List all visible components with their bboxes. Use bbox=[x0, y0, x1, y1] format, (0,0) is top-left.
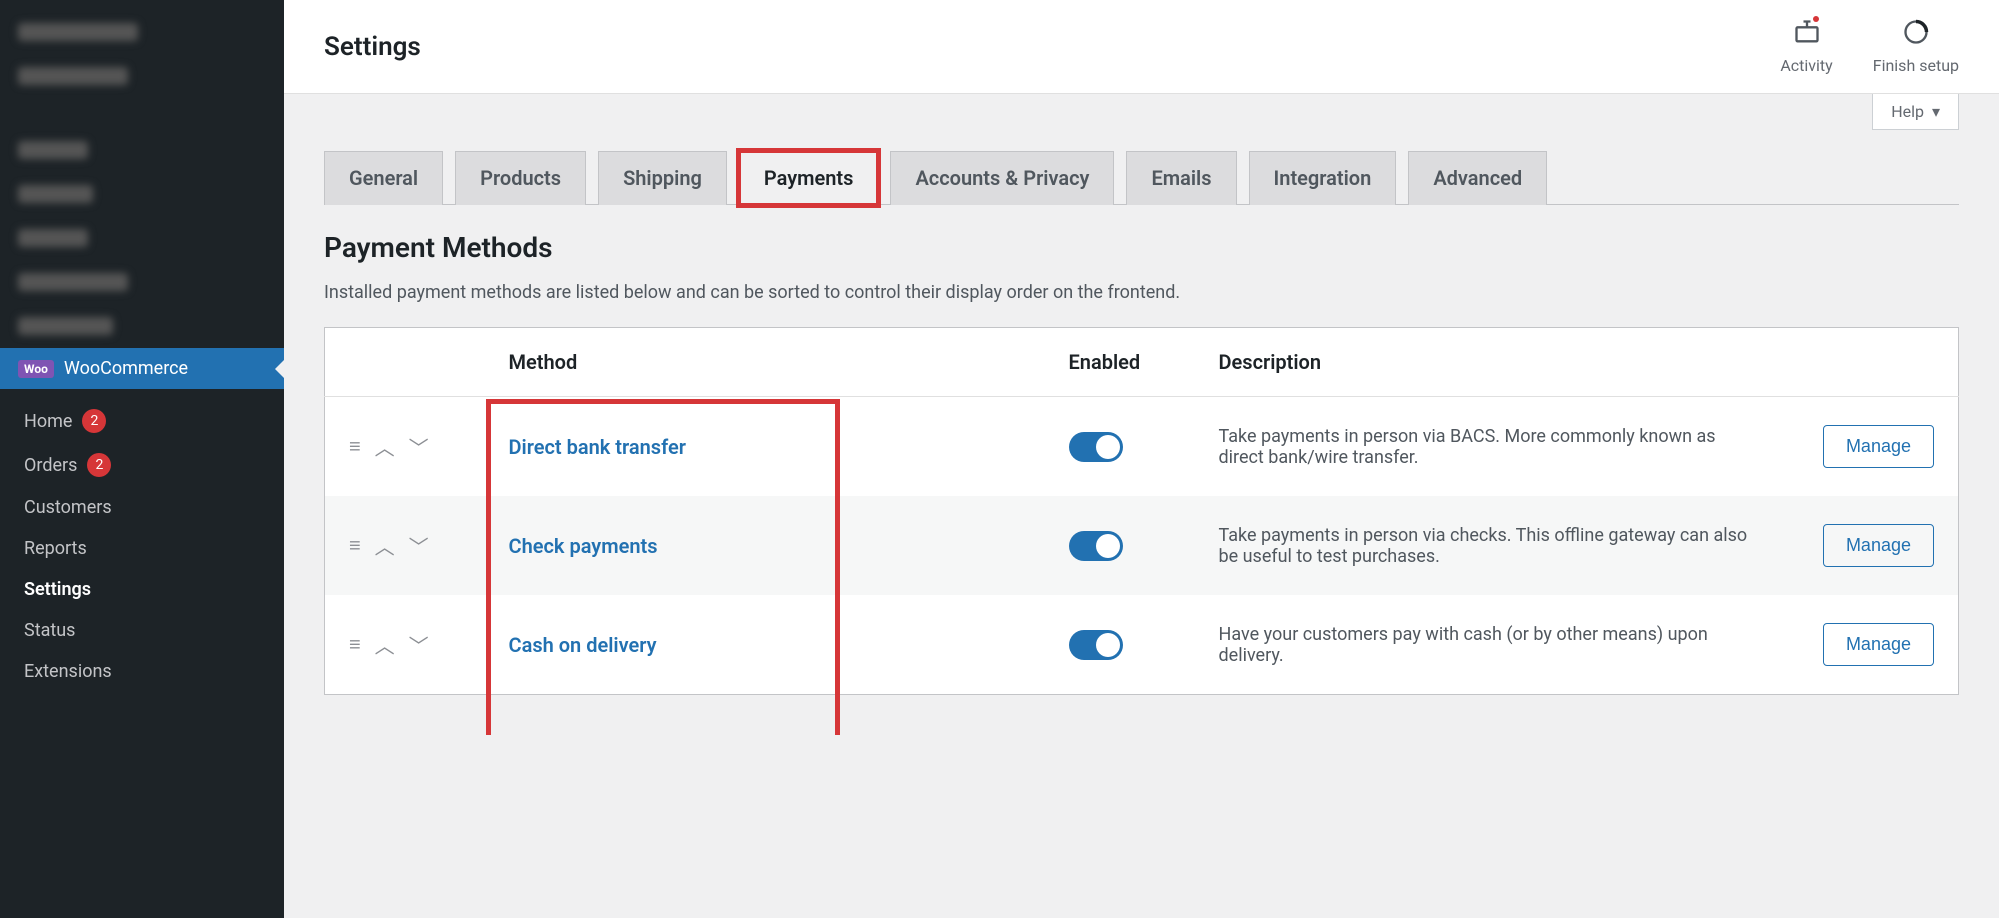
sidebar-item-home[interactable]: Home 2 bbox=[24, 399, 284, 443]
move-down-icon[interactable]: ﹀ bbox=[409, 531, 429, 560]
help-tab-button[interactable]: Help ▾ bbox=[1872, 94, 1959, 130]
method-description: Take payments in person via BACS. More c… bbox=[1195, 397, 1779, 497]
sidebar-item-label: Settings bbox=[24, 579, 91, 600]
payment-methods-table: Method Enabled Description ≡ ︿ bbox=[324, 327, 1959, 695]
inbox-icon bbox=[1793, 18, 1821, 50]
count-badge: 2 bbox=[87, 453, 111, 477]
tab-label: General bbox=[349, 166, 418, 190]
method-description: Have your customers pay with cash (or by… bbox=[1195, 595, 1779, 695]
move-up-icon[interactable]: ︿ bbox=[375, 630, 395, 659]
finish-setup-label: Finish setup bbox=[1873, 56, 1959, 75]
sidebar-item-orders[interactable]: Orders 2 bbox=[24, 443, 284, 487]
method-link-cash[interactable]: Cash on delivery bbox=[509, 633, 657, 657]
drag-handle-icon[interactable]: ≡ bbox=[349, 434, 361, 459]
woo-logo-icon: Woo bbox=[18, 360, 54, 378]
sidebar-item-label: Orders bbox=[24, 455, 77, 476]
tab-general[interactable]: General bbox=[324, 151, 443, 205]
topbar-actions: Activity Finish setup bbox=[1780, 18, 1959, 75]
tab-label: Emails bbox=[1151, 166, 1211, 190]
sort-controls: ≡ ︿ ﹀ bbox=[349, 630, 461, 659]
sidebar-submenu: Home 2 Orders 2 Customers Reports Settin… bbox=[0, 389, 284, 692]
manage-button[interactable]: Manage bbox=[1823, 425, 1934, 468]
move-up-icon[interactable]: ︿ bbox=[375, 531, 395, 560]
sidebar-item-label: Home bbox=[24, 411, 72, 432]
sort-controls: ≡ ︿ ﹀ bbox=[349, 531, 461, 560]
enabled-toggle[interactable] bbox=[1069, 531, 1123, 561]
finish-setup-button[interactable]: Finish setup bbox=[1873, 18, 1959, 75]
table-header-enabled: Enabled bbox=[1045, 328, 1195, 397]
move-up-icon[interactable]: ︿ bbox=[375, 432, 395, 461]
table-row: ≡ ︿ ﹀ Direct bank transfer Take payments… bbox=[325, 397, 1959, 497]
activity-button[interactable]: Activity bbox=[1780, 18, 1832, 75]
tab-label: Shipping bbox=[623, 166, 702, 190]
table-header-sort bbox=[325, 328, 485, 397]
sidebar-item-blurred bbox=[0, 172, 284, 216]
tab-products[interactable]: Products bbox=[455, 151, 586, 205]
tab-payments[interactable]: Payments bbox=[739, 151, 879, 205]
tab-label: Integration bbox=[1274, 166, 1372, 190]
table-header-method: Method bbox=[485, 328, 1045, 397]
topbar: Settings Activity Finish setup bbox=[284, 0, 1999, 94]
sidebar-item-label: WooCommerce bbox=[64, 358, 188, 379]
tab-label: Payments bbox=[764, 166, 854, 190]
method-link-direct-bank[interactable]: Direct bank transfer bbox=[509, 435, 686, 459]
table-row: ≡ ︿ ﹀ Check payments Take payments in pe… bbox=[325, 496, 1959, 595]
tab-integration[interactable]: Integration bbox=[1249, 151, 1397, 205]
manage-button[interactable]: Manage bbox=[1823, 623, 1934, 666]
page-title: Settings bbox=[324, 32, 421, 62]
sidebar-item-blurred bbox=[0, 54, 284, 98]
main-content: Settings Activity Finish setup bbox=[284, 0, 1999, 918]
sidebar-item-woocommerce[interactable]: Woo WooCommerce bbox=[0, 348, 284, 389]
enabled-toggle[interactable] bbox=[1069, 432, 1123, 462]
sidebar-item-status[interactable]: Status bbox=[24, 610, 284, 651]
sidebar-item-label: Extensions bbox=[24, 661, 112, 682]
sidebar-item-label: Reports bbox=[24, 538, 87, 559]
methods-table-wrapper: Method Enabled Description ≡ ︿ bbox=[324, 327, 1959, 695]
tab-label: Products bbox=[480, 166, 561, 190]
settings-tabs: General Products Shipping Payments Accou… bbox=[324, 150, 1959, 205]
section-description: Installed payment methods are listed bel… bbox=[324, 282, 1959, 303]
drag-handle-icon[interactable]: ≡ bbox=[349, 632, 361, 657]
count-badge: 2 bbox=[82, 409, 106, 433]
table-header-description: Description bbox=[1195, 328, 1779, 397]
activity-label: Activity bbox=[1780, 56, 1832, 75]
help-label: Help bbox=[1891, 102, 1924, 121]
table-header-actions bbox=[1779, 328, 1959, 397]
sidebar-item-blurred bbox=[0, 260, 284, 304]
tab-emails[interactable]: Emails bbox=[1126, 151, 1236, 205]
sidebar-item-reports[interactable]: Reports bbox=[24, 528, 284, 569]
sidebar-item-blurred bbox=[0, 216, 284, 260]
method-description: Take payments in person via checks. This… bbox=[1195, 496, 1779, 595]
tab-label: Advanced bbox=[1433, 166, 1522, 190]
progress-circle-icon bbox=[1902, 18, 1930, 50]
table-row: ≡ ︿ ﹀ Cash on delivery Have your custome… bbox=[325, 595, 1959, 695]
enabled-toggle[interactable] bbox=[1069, 630, 1123, 660]
manage-button[interactable]: Manage bbox=[1823, 524, 1934, 567]
sidebar-item-settings[interactable]: Settings bbox=[24, 569, 284, 610]
drag-handle-icon[interactable]: ≡ bbox=[349, 533, 361, 558]
sort-controls: ≡ ︿ ﹀ bbox=[349, 432, 461, 461]
notification-dot-icon bbox=[1813, 16, 1819, 22]
content-area: Help ▾ General Products Shipping Payment… bbox=[284, 94, 1999, 735]
move-down-icon[interactable]: ﹀ bbox=[409, 630, 429, 659]
sidebar-item-blurred bbox=[0, 304, 284, 348]
move-down-icon[interactable]: ﹀ bbox=[409, 432, 429, 461]
tab-shipping[interactable]: Shipping bbox=[598, 151, 727, 205]
tab-accounts-privacy[interactable]: Accounts & Privacy bbox=[890, 151, 1114, 205]
chevron-down-icon: ▾ bbox=[1932, 102, 1940, 121]
method-link-check[interactable]: Check payments bbox=[509, 534, 658, 558]
sidebar-item-customers[interactable]: Customers bbox=[24, 487, 284, 528]
sidebar-item-blurred bbox=[0, 10, 284, 54]
sidebar-item-label: Customers bbox=[24, 497, 112, 518]
section-title: Payment Methods bbox=[324, 231, 1959, 264]
sidebar-item-label: Status bbox=[24, 620, 75, 641]
sidebar-item-blurred bbox=[0, 128, 284, 172]
tab-advanced[interactable]: Advanced bbox=[1408, 151, 1547, 205]
tab-label: Accounts & Privacy bbox=[915, 166, 1089, 190]
sidebar-item-extensions[interactable]: Extensions bbox=[24, 651, 284, 692]
admin-sidebar: Woo WooCommerce Home 2 Orders 2 Customer… bbox=[0, 0, 284, 918]
